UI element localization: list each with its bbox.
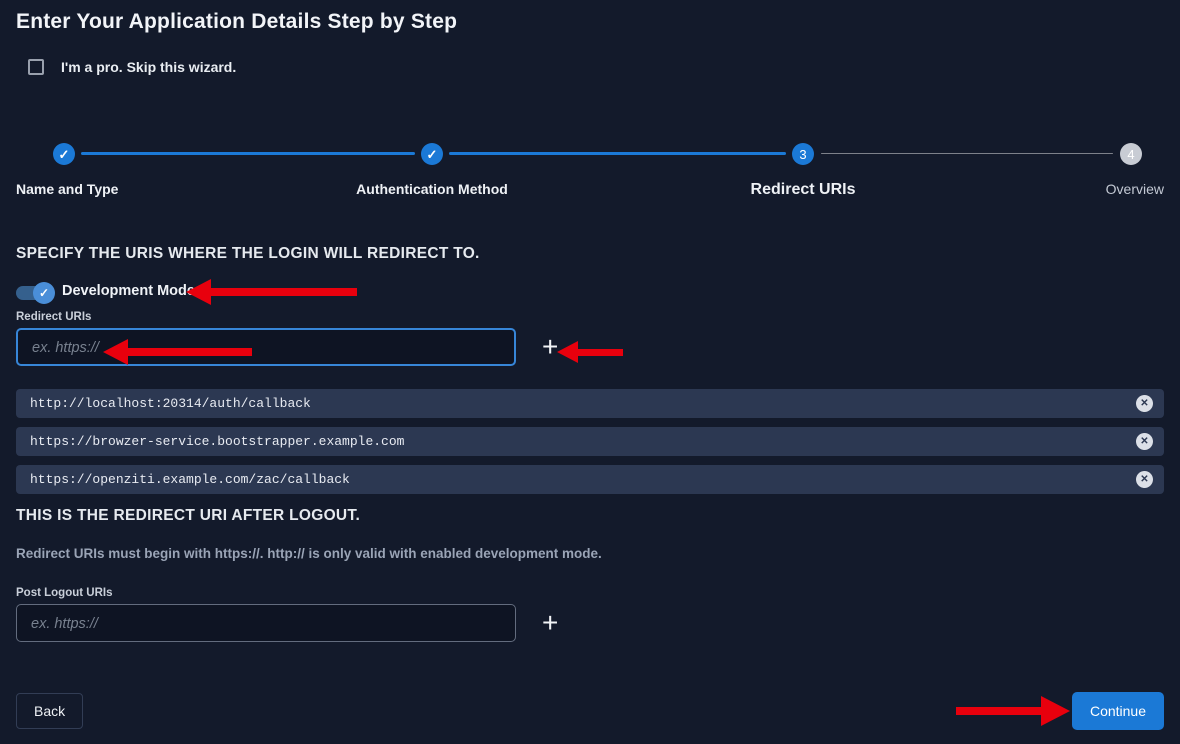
step-4-circle[interactable]: 4	[1120, 143, 1142, 165]
application-wizard-page: Enter Your Application Details Step by S…	[0, 0, 1180, 744]
stepper-track: ✓ ✓ 3 4	[16, 143, 1164, 165]
arrow-left-icon	[186, 279, 211, 305]
redirect-section-heading: SPECIFY THE URIS WHERE THE LOGIN WILL RE…	[16, 245, 1164, 263]
remove-uri-button[interactable]: ✕	[1136, 395, 1153, 412]
skip-wizard-row: I'm a pro. Skip this wizard.	[28, 59, 1164, 75]
annotation-arrow-continue-button	[956, 696, 1070, 726]
arrow-right-icon	[1041, 696, 1070, 726]
plus-icon: +	[542, 331, 558, 362]
add-post-logout-uri-button[interactable]: +	[540, 609, 560, 637]
back-button[interactable]: Back	[16, 693, 83, 729]
close-icon: ✕	[1140, 398, 1148, 409]
step-3-number: 3	[799, 148, 806, 161]
uri-text: https://browzer-service.bootstrapper.exa…	[30, 434, 1136, 449]
skip-wizard-label: I'm a pro. Skip this wizard.	[61, 59, 236, 75]
redirect-uri-note: Redirect URIs must begin with https://. …	[16, 546, 1164, 561]
annotation-arrow-add-button	[557, 341, 623, 363]
close-icon: ✕	[1140, 436, 1148, 447]
check-icon: ✓	[59, 148, 70, 161]
step-label-name-and-type[interactable]: Name and Type	[16, 181, 118, 197]
arrow-left-icon	[103, 339, 128, 365]
plus-icon: +	[542, 607, 558, 638]
remove-uri-button[interactable]: ✕	[1136, 433, 1153, 450]
step-3-circle[interactable]: 3	[792, 143, 814, 165]
step-label-authentication-method[interactable]: Authentication Method	[356, 181, 508, 197]
page-title: Enter Your Application Details Step by S…	[16, 10, 1164, 34]
step-connector-1	[81, 152, 415, 155]
uri-text: http://localhost:20314/auth/callback	[30, 396, 1136, 411]
annotation-arrow-redirect-input	[103, 339, 252, 365]
remove-uri-button[interactable]: ✕	[1136, 471, 1153, 488]
arrow-left-icon	[557, 341, 578, 363]
step-label-redirect-uris[interactable]: Redirect URIs	[751, 181, 856, 199]
annotation-arrow-development-mode	[186, 279, 357, 305]
step-label-overview[interactable]: Overview	[1106, 181, 1164, 197]
post-logout-uri-input[interactable]	[16, 604, 516, 642]
redirect-uri-input[interactable]	[16, 328, 516, 366]
uri-chip: https://openziti.example.com/zac/callbac…	[16, 465, 1164, 494]
logout-section-heading: THIS IS THE REDIRECT URI AFTER LOGOUT.	[16, 507, 1164, 525]
skip-wizard-checkbox[interactable]	[28, 59, 44, 75]
development-mode-toggle[interactable]: ✓	[16, 286, 52, 300]
wizard-stepper: ✓ ✓ 3 4 Name and Type Authentication Met…	[16, 143, 1164, 203]
uri-chip: https://browzer-service.bootstrapper.exa…	[16, 427, 1164, 456]
redirect-uri-list: http://localhost:20314/auth/callback ✕ h…	[16, 389, 1164, 494]
uri-text: https://openziti.example.com/zac/callbac…	[30, 472, 1136, 487]
post-logout-input-row: +	[16, 604, 1164, 642]
post-logout-uris-field-label: Post Logout URIs	[16, 587, 1164, 599]
redirect-uris-field-label: Redirect URIs	[16, 311, 1164, 323]
stepper-labels: Name and Type Authentication Method Redi…	[16, 181, 1164, 203]
continue-button[interactable]: Continue	[1072, 692, 1164, 730]
toggle-check-icon: ✓	[33, 282, 55, 304]
uri-chip: http://localhost:20314/auth/callback ✕	[16, 389, 1164, 418]
close-icon: ✕	[1140, 474, 1148, 485]
step-1-circle[interactable]: ✓	[53, 143, 75, 165]
step-connector-3	[821, 153, 1113, 154]
step-2-circle[interactable]: ✓	[421, 143, 443, 165]
check-icon: ✓	[427, 148, 438, 161]
step-connector-2	[449, 152, 786, 155]
step-4-number: 4	[1127, 148, 1134, 161]
development-mode-label: Development Mode	[62, 283, 195, 299]
